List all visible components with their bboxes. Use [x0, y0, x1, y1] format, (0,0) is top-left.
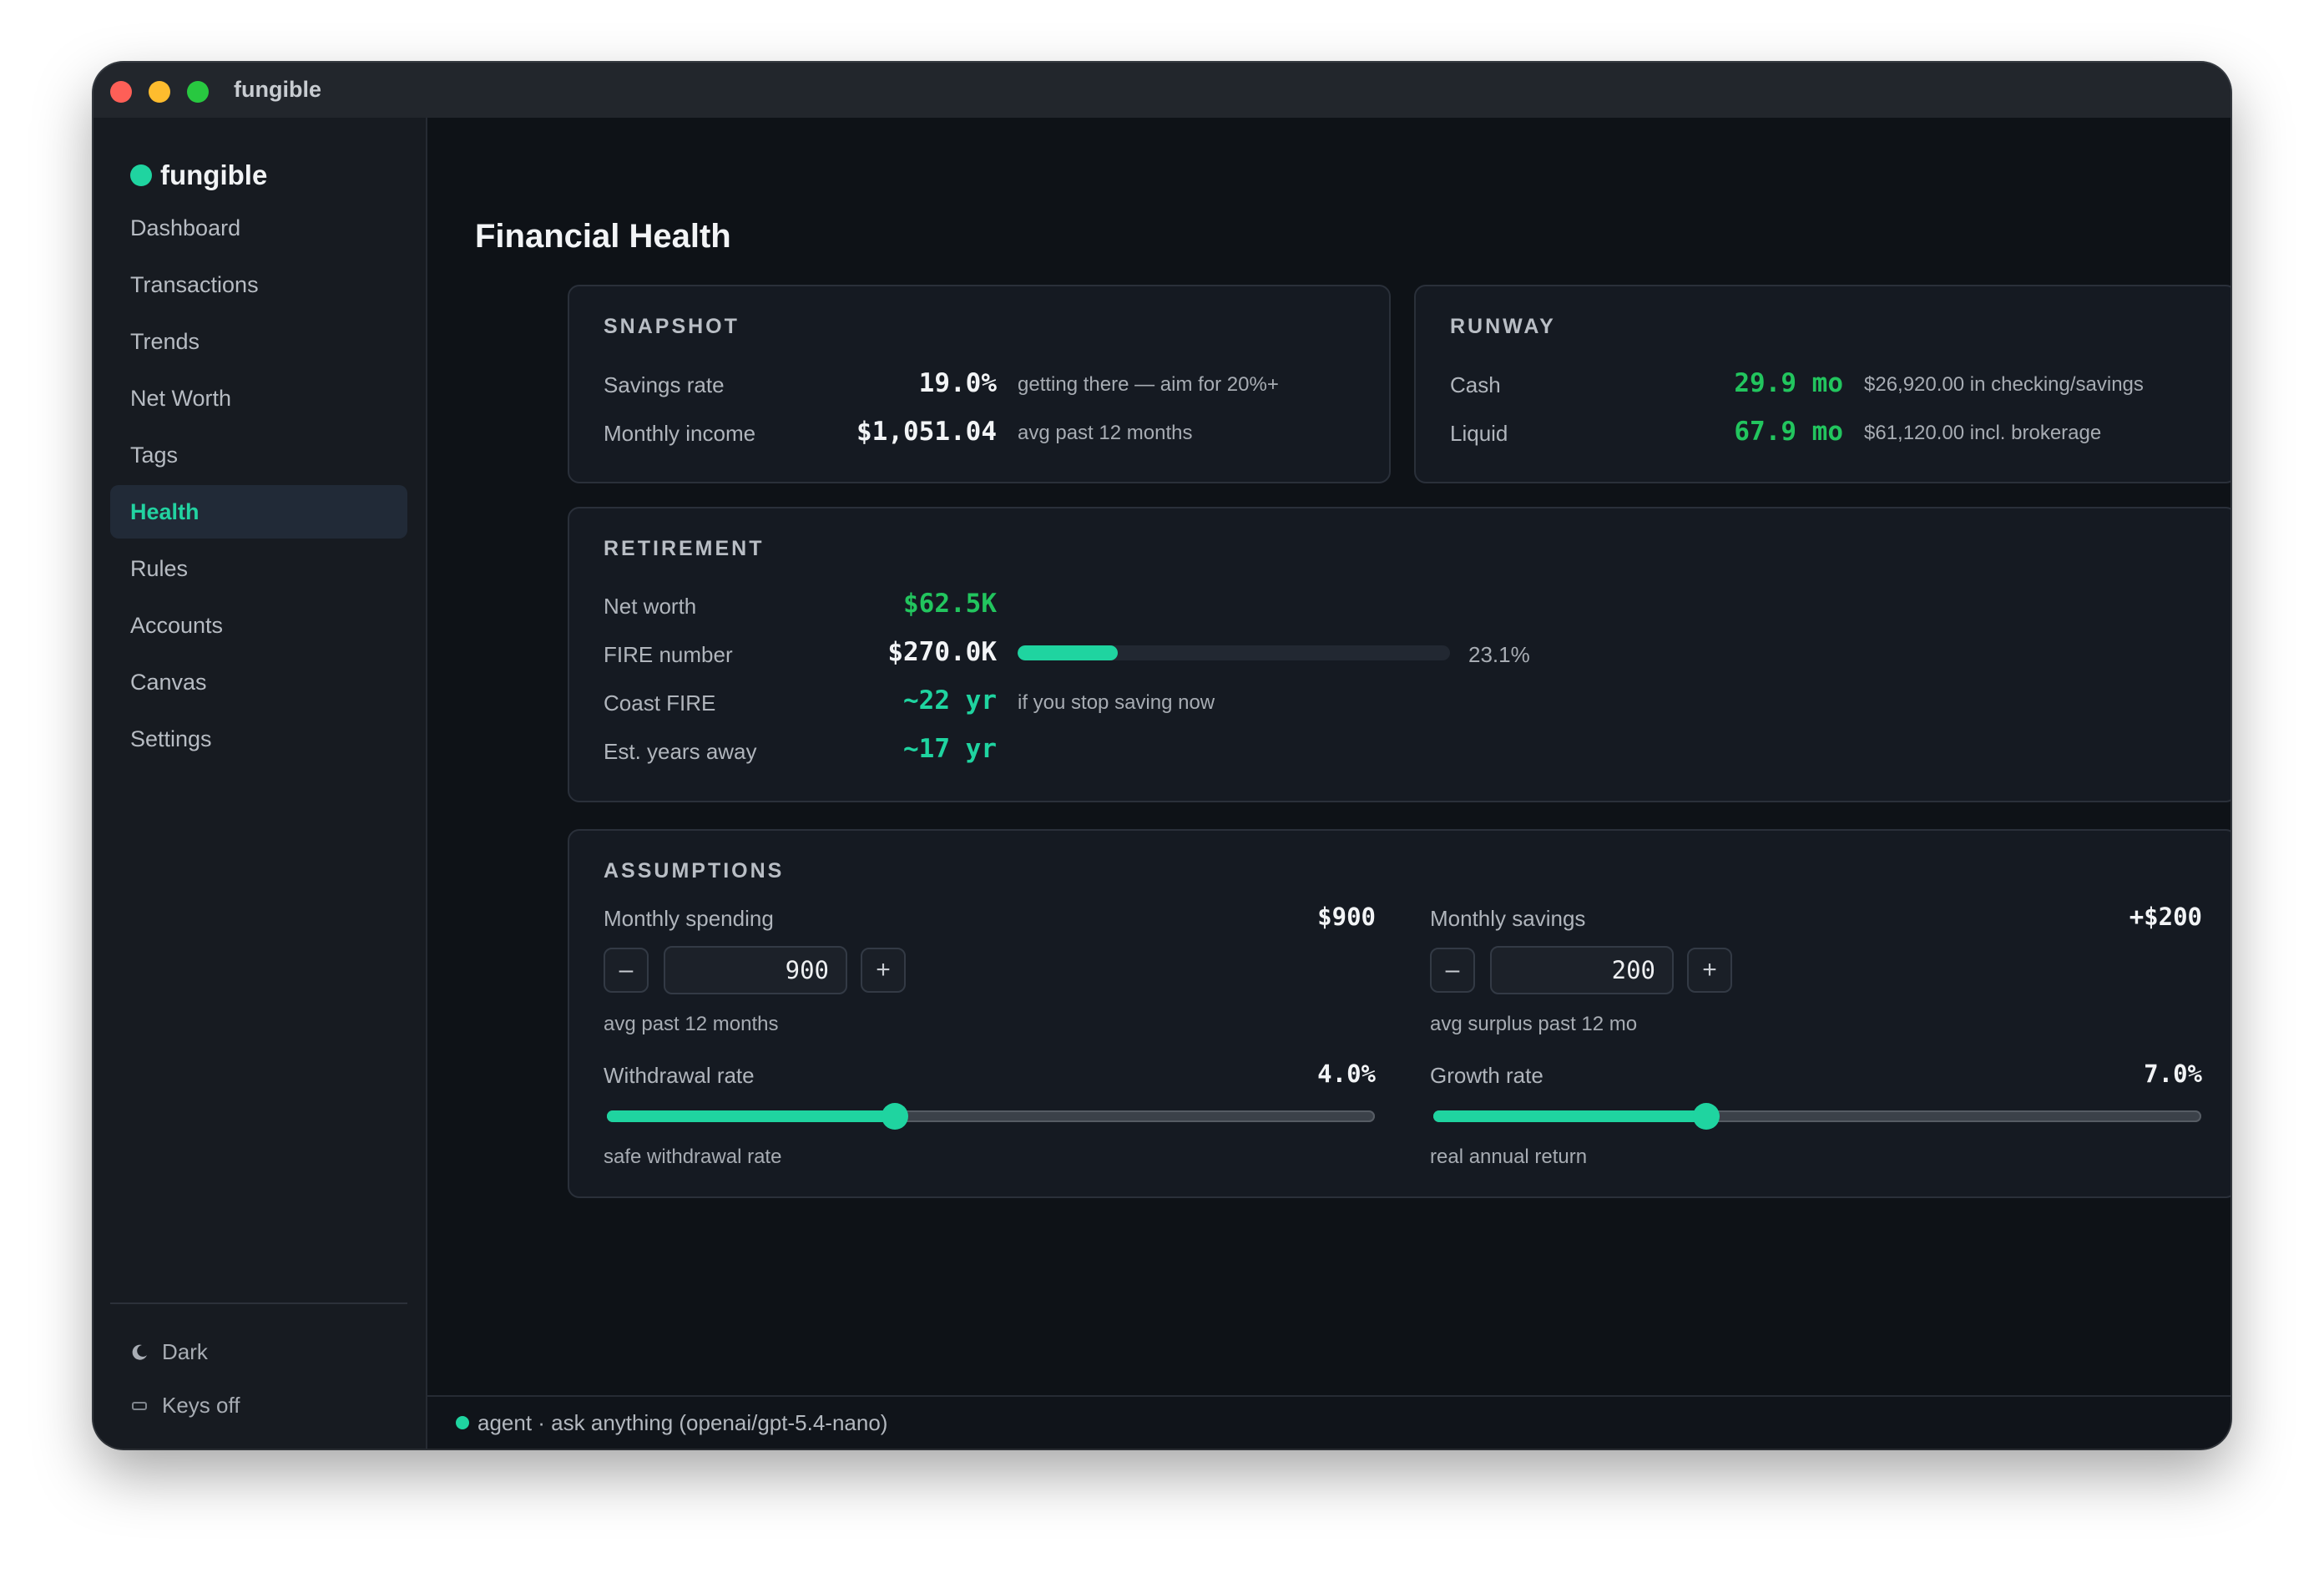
sidebar-item-tags[interactable]: Tags [110, 428, 407, 482]
fire-number-value: $270.0K [887, 637, 997, 667]
close-window-button[interactable] [110, 81, 132, 103]
assumptions-panel: ASSUMPTIONS Monthly spending $900 – + av… [568, 829, 2231, 1198]
monthly-spending-label: Monthly spending [604, 906, 774, 931]
sidebar-item-trends[interactable]: Trends [110, 315, 407, 368]
cash-runway-value: 29.9 mo [1734, 368, 1843, 398]
runway-panel: RUNWAY Cash 29.9 mo $26,920.00 in checki… [1414, 285, 2231, 483]
retirement-heading: RETIREMENT [604, 537, 765, 560]
sidebar-divider [110, 1302, 407, 1304]
fire-progress-bar [1018, 645, 1450, 660]
monthly-income-note: avg past 12 months [1018, 422, 1193, 444]
monthly-savings-note: avg surplus past 12 mo [1430, 1013, 1638, 1035]
sidebar-item-canvas[interactable]: Canvas [110, 655, 407, 709]
monthly-savings-display: +$200 [2129, 903, 2202, 931]
theme-toggle[interactable]: Dark [130, 1339, 208, 1365]
growth-rate-note: real annual return [1430, 1146, 1588, 1168]
growth-rate-slider-fill [1433, 1110, 1706, 1122]
cash-runway-note: $26,920.00 in checking/savings [1864, 373, 2144, 396]
fire-progress-text: 23.1% [1468, 642, 1530, 667]
monthly-spending-note: avg past 12 months [604, 1013, 779, 1035]
net-worth-label: Net worth [604, 594, 697, 619]
agent-prompt: agent · ask anything (openai/gpt-5.4-nan… [477, 1409, 888, 1435]
savings-rate-note: getting there — aim for 20%+ [1018, 373, 1279, 396]
zoom-window-button[interactable] [187, 81, 209, 103]
moon-icon [130, 1343, 149, 1362]
spending-input[interactable] [664, 946, 847, 994]
net-worth-value: $62.5K [903, 589, 997, 619]
sidebar-item-transactions[interactable]: Transactions [110, 258, 407, 311]
liquid-runway-note: $61,120.00 incl. brokerage [1864, 422, 2102, 444]
theme-label: Dark [162, 1339, 208, 1364]
growth-rate-label: Growth rate [1430, 1063, 1543, 1088]
main-content: Financial Health SNAPSHOT Savings rate 1… [427, 118, 2231, 1449]
growth-rate-slider[interactable] [1433, 1103, 2201, 1130]
coast-fire-label: Coast FIRE [604, 690, 716, 716]
monthly-income-value: $1,051.04 [856, 417, 997, 447]
sidebar: fungible Dashboard Transactions Trends N… [93, 118, 427, 1449]
runway-heading: RUNWAY [1450, 315, 1556, 338]
coast-fire-value: ~22 yr [903, 685, 997, 716]
withdrawal-rate-label: Withdrawal rate [604, 1063, 755, 1088]
fire-progress-fill [1018, 645, 1118, 660]
sidebar-item-settings[interactable]: Settings [110, 712, 407, 766]
title-bar: fungible [93, 63, 2231, 118]
monthly-income-label: Monthly income [604, 421, 756, 446]
fire-number-label: FIRE number [604, 642, 733, 667]
snapshot-panel: SNAPSHOT Savings rate 19.0% getting ther… [568, 285, 1391, 483]
growth-rate-display: 7.0% [2144, 1060, 2202, 1088]
sidebar-item-net-worth[interactable]: Net Worth [110, 372, 407, 425]
snapshot-heading: SNAPSHOT [604, 315, 740, 338]
withdrawal-rate-slider-thumb[interactable] [882, 1103, 908, 1130]
withdrawal-rate-display: 4.0% [1317, 1060, 1376, 1088]
coast-fire-note: if you stop saving now [1018, 691, 1215, 714]
savings-rate-label: Savings rate [604, 372, 725, 397]
keys-label: Keys off [162, 1393, 240, 1418]
retirement-panel: RETIREMENT Net worth $62.5K FIRE number … [568, 507, 2231, 802]
monthly-spending-display: $900 [1317, 903, 1376, 931]
app-window: fungible fungible Dashboard Transactions… [93, 63, 2231, 1449]
sidebar-item-health[interactable]: Health [110, 485, 407, 539]
withdrawal-rate-slider[interactable] [607, 1103, 1375, 1130]
liquid-runway-value: 67.9 mo [1734, 417, 1843, 447]
assumptions-heading: ASSUMPTIONS [604, 859, 785, 883]
years-away-value: ~17 yr [903, 734, 997, 764]
sidebar-item-rules[interactable]: Rules [110, 542, 407, 595]
page-title: Financial Health [475, 218, 731, 255]
spending-decrement-button[interactable]: – [604, 948, 649, 993]
savings-rate-value: 19.0% [918, 368, 997, 398]
withdrawal-rate-note: safe withdrawal rate [604, 1146, 782, 1168]
savings-decrement-button[interactable]: – [1430, 948, 1475, 993]
spending-increment-button[interactable]: + [861, 948, 906, 993]
monthly-savings-label: Monthly savings [1430, 906, 1586, 931]
sidebar-nav: Dashboard Transactions Trends Net Worth … [110, 159, 407, 769]
keys-toggle[interactable]: Keys off [130, 1393, 240, 1419]
cash-label: Cash [1450, 372, 1501, 397]
withdrawal-rate-slider-fill [607, 1110, 895, 1122]
years-away-label: Est. years away [604, 739, 757, 764]
liquid-label: Liquid [1450, 421, 1508, 446]
sidebar-item-accounts[interactable]: Accounts [110, 599, 407, 652]
window-title: fungible [234, 77, 321, 102]
keyboard-icon [130, 1401, 149, 1411]
minimize-window-button[interactable] [149, 81, 170, 103]
savings-increment-button[interactable]: + [1687, 948, 1732, 993]
savings-input[interactable] [1490, 946, 1674, 994]
agent-status-dot [456, 1416, 469, 1429]
growth-rate-slider-thumb[interactable] [1692, 1103, 1720, 1130]
sidebar-item-dashboard[interactable]: Dashboard [110, 201, 407, 255]
agent-bar[interactable]: agent · ask anything (openai/gpt-5.4-nan… [427, 1395, 2231, 1449]
